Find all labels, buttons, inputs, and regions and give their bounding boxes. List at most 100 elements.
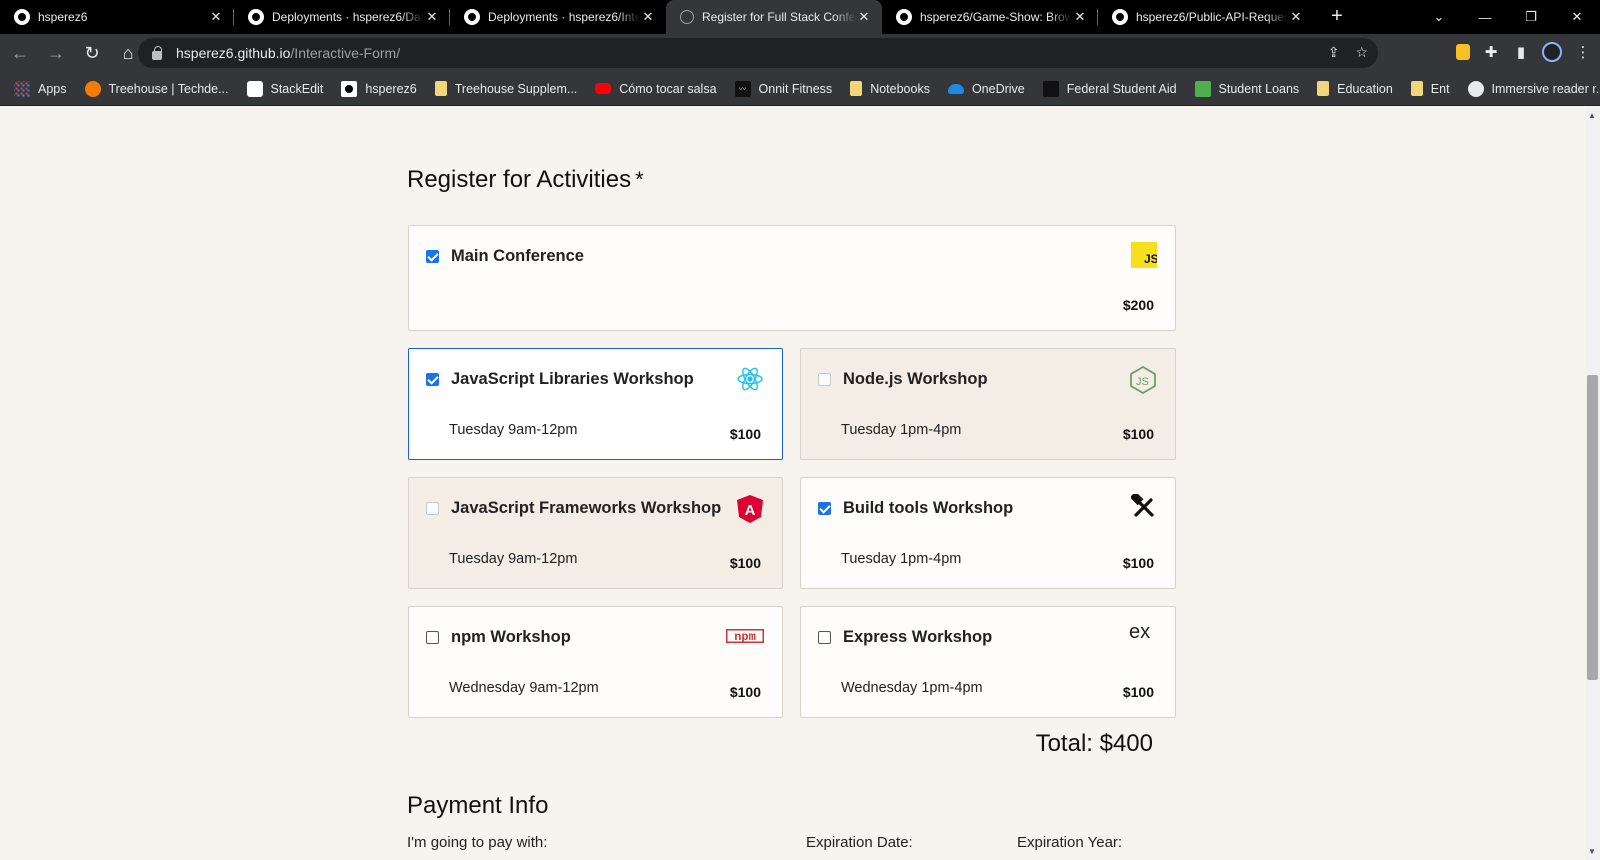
tab-1[interactable]: Deployments · hsperez6/Data ✕: [234, 0, 450, 34]
menu-kebab-icon[interactable]: ⋮: [1574, 43, 1592, 61]
treehouse-icon: [84, 80, 101, 97]
svg-text:npm: npm: [734, 630, 756, 643]
reload-icon[interactable]: ↻: [76, 37, 108, 69]
activity-build-tools[interactable]: Build tools Workshop Tuesday 1pm-4pm $10…: [800, 477, 1176, 589]
tab-close-icon[interactable]: ✕: [640, 9, 656, 25]
new-tab-button[interactable]: +: [1322, 5, 1352, 28]
tab-title: Register for Full Stack Confer: [702, 10, 856, 24]
nodejs-logo-icon: JS: [1129, 365, 1157, 400]
javascript-logo-icon: JS: [1131, 242, 1159, 273]
activity-cost: $100: [1122, 426, 1154, 442]
bookmark-fsa[interactable]: Federal Student Aid: [1042, 80, 1177, 97]
activity-time: Tuesday 1pm-4pm: [841, 551, 962, 567]
activity-time: Tuesday 1pm-4pm: [841, 422, 962, 438]
activity-time: Tuesday 9am-12pm: [449, 551, 578, 567]
activity-npm[interactable]: npm Workshop Wednesday 9am-12pm $100 npm: [408, 606, 783, 718]
npm-logo-icon: npm: [726, 629, 764, 648]
express-logo-icon: ex: [1129, 621, 1157, 648]
activities-title: Register for Activities: [407, 166, 632, 193]
tab-close-icon[interactable]: ✕: [208, 9, 224, 25]
close-window-icon[interactable]: ✕: [1554, 0, 1600, 34]
tab-title: hsperez6/Game-Show: Brows: [920, 10, 1072, 24]
payment-method-label: I'm going to pay with:: [407, 834, 548, 851]
tab-close-icon[interactable]: ✕: [424, 9, 440, 25]
angular-logo-icon: A: [736, 494, 764, 529]
activity-name: JavaScript Frameworks Workshop: [451, 499, 722, 517]
tab-4[interactable]: hsperez6/Game-Show: Brows ✕: [882, 0, 1098, 34]
activity-checkbox[interactable]: [426, 631, 439, 644]
side-panel-icon[interactable]: ▮: [1512, 43, 1530, 61]
onnit-icon: 〰: [734, 80, 751, 97]
folder-icon: [1317, 81, 1330, 96]
bookmark-onnit[interactable]: 〰 Onnit Fitness: [734, 80, 832, 97]
profile-avatar-icon[interactable]: [1542, 42, 1562, 62]
activity-checkbox[interactable]: [426, 373, 439, 386]
bookmark-label: OneDrive: [971, 81, 1025, 96]
address-bar[interactable]: hsperez6.github.io/Interactive-Form/ ⇪ ☆: [138, 38, 1378, 68]
bookmark-salsa[interactable]: Cómo tocar salsa: [595, 82, 717, 96]
bookmark-education[interactable]: Education: [1317, 81, 1393, 96]
tools-icon: [1129, 491, 1157, 525]
activity-checkbox[interactable]: [818, 502, 831, 515]
activity-checkbox[interactable]: [426, 250, 439, 263]
github-icon: [464, 9, 480, 25]
tab-3-active[interactable]: Register for Full Stack Confer ✕: [666, 0, 882, 34]
activity-checkbox[interactable]: [426, 502, 439, 515]
activity-checkbox[interactable]: [818, 373, 831, 386]
bookmark-ent[interactable]: Ent: [1410, 81, 1450, 96]
activity-nodejs[interactable]: Node.js Workshop Tuesday 1pm-4pm $100 JS: [800, 348, 1176, 460]
activity-js-libraries[interactable]: JavaScript Libraries Workshop Tuesday 9a…: [408, 348, 783, 460]
url-host: hsperez6.github.io: [176, 45, 291, 61]
tab-0[interactable]: hsperez6 ✕: [0, 0, 234, 34]
scrollbar-thumb[interactable]: [1587, 375, 1598, 680]
tab-2[interactable]: Deployments · hsperez6/Inter ✕: [450, 0, 666, 34]
github-icon: [1112, 9, 1128, 25]
activity-checkbox[interactable]: [818, 631, 831, 644]
activities-heading: Register for Activities *: [407, 166, 644, 194]
bookmark-apps[interactable]: Apps: [14, 80, 67, 97]
tab-close-icon[interactable]: ✕: [1288, 9, 1304, 25]
apps-grid-icon: [14, 80, 30, 97]
minimize-icon[interactable]: —: [1462, 0, 1508, 34]
back-icon[interactable]: ←: [4, 37, 36, 69]
keep-extension-icon[interactable]: [1456, 44, 1470, 60]
tab-search-icon[interactable]: ⌄: [1416, 0, 1462, 34]
bookmark-stackedit[interactable]: StackEdit: [246, 80, 323, 97]
svg-text:A: A: [745, 502, 756, 519]
scroll-down-icon[interactable]: ▼: [1588, 847, 1596, 856]
bookmark-hsperez6[interactable]: hsperez6: [341, 80, 417, 97]
forward-icon[interactable]: →: [40, 37, 72, 69]
page-viewport: [0, 107, 1585, 860]
share-icon[interactable]: ⇪: [1328, 44, 1340, 61]
bookmark-student-loans[interactable]: Student Loans: [1194, 80, 1299, 97]
svg-text:ex: ex: [1129, 621, 1150, 643]
bookmark-label: Treehouse Supplem...: [454, 81, 578, 96]
activity-js-frameworks[interactable]: JavaScript Frameworks Workshop Tuesday 9…: [408, 477, 783, 589]
activity-name: Express Workshop: [843, 628, 993, 646]
bookmark-label: Notebooks: [870, 81, 930, 96]
student-loans-icon: [1194, 80, 1211, 97]
immersive-reader-icon: [1467, 80, 1484, 97]
activity-name: npm Workshop: [451, 628, 571, 646]
bookmark-treehouse-supplemental[interactable]: Treehouse Supplem...: [434, 81, 578, 96]
page-scrollbar[interactable]: ▲ ▼: [1585, 107, 1600, 860]
activity-main-conference[interactable]: Main Conference $200 JS: [408, 225, 1176, 331]
tab-close-icon[interactable]: ✕: [856, 9, 872, 25]
extensions-puzzle-icon[interactable]: ✚: [1482, 43, 1500, 61]
svg-text:JS: JS: [1136, 376, 1149, 388]
tab-strip: hsperez6 ✕ Deployments · hsperez6/Data ✕…: [0, 0, 1600, 34]
scroll-up-icon[interactable]: ▲: [1588, 111, 1596, 120]
lock-icon[interactable]: [152, 45, 162, 60]
folder-icon: [850, 81, 863, 96]
tab-5[interactable]: hsperez6/Public-API-Request ✕: [1098, 0, 1314, 34]
bookmark-star-icon[interactable]: ☆: [1355, 44, 1368, 61]
restore-icon[interactable]: ❐: [1508, 0, 1554, 34]
bookmark-treehouse[interactable]: Treehouse | Techde...: [84, 80, 229, 97]
bookmark-notebooks[interactable]: Notebooks: [850, 81, 930, 96]
tab-close-icon[interactable]: ✕: [1072, 9, 1088, 25]
activity-express[interactable]: Express Workshop Wednesday 1pm-4pm $100 …: [800, 606, 1176, 718]
bookmark-immersive-reader[interactable]: Immersive reader r...: [1467, 80, 1600, 97]
activity-time: Tuesday 9am-12pm: [449, 422, 578, 438]
bookmark-onedrive[interactable]: OneDrive: [947, 81, 1025, 96]
folder-icon: [434, 81, 447, 96]
